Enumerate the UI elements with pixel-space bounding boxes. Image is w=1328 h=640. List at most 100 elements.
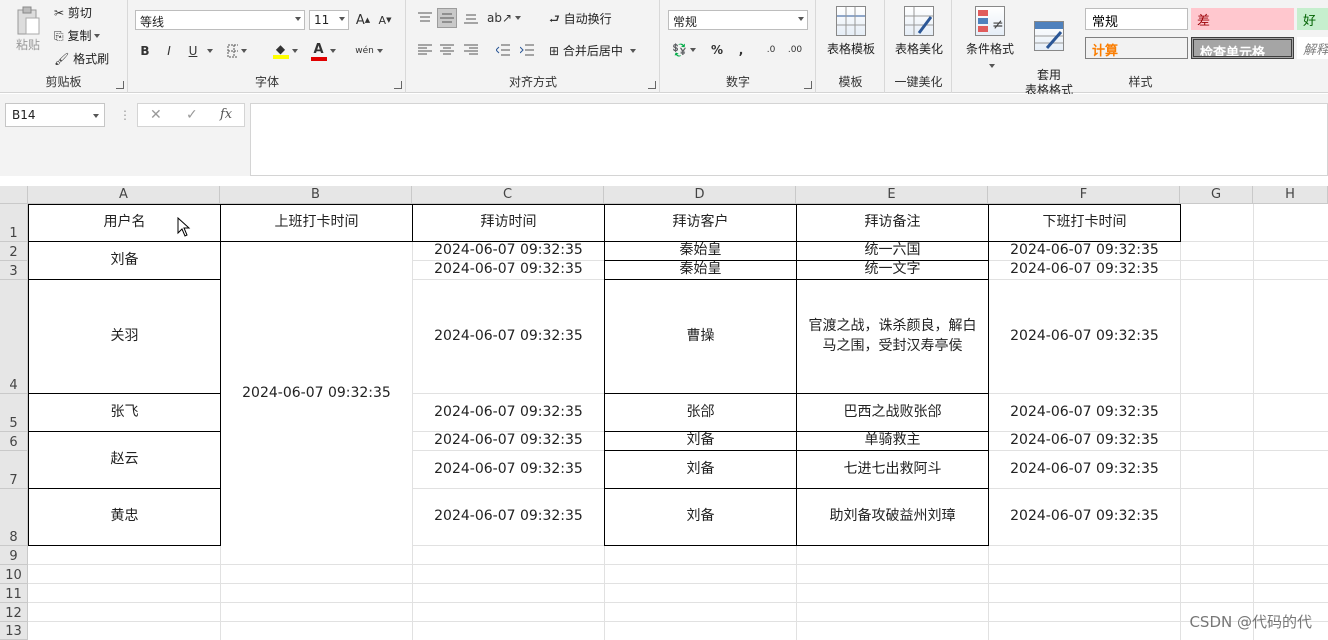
- cell-D2[interactable]: 秦始皇: [604, 241, 797, 261]
- row-header-7[interactable]: 7: [0, 451, 28, 489]
- cell-F3[interactable]: 2024-06-07 09:32:35: [989, 261, 1180, 279]
- formula-input[interactable]: [250, 103, 1328, 176]
- name-box[interactable]: B14: [5, 103, 105, 127]
- cell-E7[interactable]: 七进七出救阿斗: [796, 450, 989, 489]
- underline-button[interactable]: U: [183, 41, 203, 61]
- cell-F4[interactable]: 2024-06-07 09:32:35: [989, 280, 1180, 393]
- font-color-button[interactable]: A: [310, 41, 336, 61]
- fill-color-button[interactable]: ◆: [272, 41, 298, 61]
- style-normal[interactable]: 常规: [1085, 8, 1188, 30]
- cell-E5[interactable]: 巴西之战败张郃: [796, 393, 989, 432]
- column-header-B[interactable]: B: [220, 186, 412, 204]
- style-good[interactable]: 好: [1297, 8, 1328, 30]
- cell-C6[interactable]: 2024-06-07 09:32:35: [413, 432, 604, 450]
- bold-button[interactable]: B: [135, 41, 155, 61]
- row-header-2[interactable]: 2: [0, 242, 28, 261]
- cell-D1[interactable]: 拜访客户: [604, 204, 797, 242]
- cell-D5[interactable]: 张郃: [604, 393, 797, 432]
- row-header-3[interactable]: 3: [0, 261, 28, 280]
- align-right-button[interactable]: [461, 40, 481, 60]
- accounting-format-button[interactable]: 💱: [668, 40, 700, 60]
- cell-A4[interactable]: 关羽: [28, 279, 221, 394]
- underline-dropdown[interactable]: [203, 41, 213, 61]
- cell-C3[interactable]: 2024-06-07 09:32:35: [413, 261, 604, 279]
- cell-E4[interactable]: 官渡之战，诛杀颜良，解白马之围，受封汉寿亭侯: [796, 279, 989, 394]
- style-check-cell[interactable]: 检查单元格: [1191, 37, 1294, 59]
- format-painter-button[interactable]: 🖌 格式刷: [54, 50, 109, 67]
- alignment-launcher[interactable]: [648, 81, 656, 89]
- align-top-button[interactable]: [415, 8, 435, 28]
- column-header-E[interactable]: E: [796, 186, 988, 204]
- column-header-H[interactable]: H: [1253, 186, 1328, 204]
- cancel-icon[interactable]: ✕: [150, 107, 162, 123]
- comma-style-button[interactable]: ,: [731, 40, 751, 60]
- cell-C4[interactable]: 2024-06-07 09:32:35: [413, 280, 604, 393]
- align-bottom-button[interactable]: [461, 8, 481, 28]
- decrease-decimal-button[interactable]: .00: [785, 40, 805, 60]
- orientation-button[interactable]: ab↗: [487, 8, 522, 28]
- cell-A8[interactable]: 黄忠: [28, 488, 221, 546]
- align-left-button[interactable]: [415, 40, 435, 60]
- paste-button[interactable]: 粘贴: [10, 6, 46, 53]
- row-header-11[interactable]: 11: [0, 584, 28, 603]
- cell-F8[interactable]: 2024-06-07 09:32:35: [989, 489, 1180, 545]
- cell-C5[interactable]: 2024-06-07 09:32:35: [413, 394, 604, 431]
- borders-button[interactable]: [227, 41, 247, 61]
- column-header-F[interactable]: F: [988, 186, 1180, 204]
- style-explanatory[interactable]: 解释: [1297, 37, 1328, 59]
- cell-A6[interactable]: 赵云: [28, 431, 221, 489]
- cell-C1[interactable]: 拜访时间: [412, 204, 605, 242]
- row-header-12[interactable]: 12: [0, 603, 28, 622]
- merge-center-button[interactable]: ⊞ 合并后居中: [549, 42, 636, 59]
- column-header-G[interactable]: G: [1180, 186, 1253, 204]
- number-format-select[interactable]: 常规: [668, 10, 808, 30]
- clipboard-launcher[interactable]: [116, 81, 124, 89]
- cell-F6[interactable]: 2024-06-07 09:32:35: [989, 432, 1180, 450]
- align-center-button[interactable]: [437, 40, 457, 60]
- cell-A1[interactable]: 用户名: [28, 204, 221, 242]
- column-header-A[interactable]: A: [28, 186, 220, 204]
- decrease-indent-button[interactable]: [493, 40, 513, 60]
- row-header-10[interactable]: 10: [0, 565, 28, 584]
- row-header-4[interactable]: 4: [0, 280, 28, 394]
- cut-button[interactable]: ✂ 剪切: [54, 4, 92, 21]
- phonetic-button[interactable]: wén: [355, 41, 383, 61]
- select-all-corner[interactable]: [0, 186, 28, 204]
- cell-C2[interactable]: 2024-06-07 09:32:35: [413, 242, 604, 260]
- increase-decimal-button[interactable]: .0: [761, 40, 781, 60]
- cell-D7[interactable]: 刘备: [604, 450, 797, 489]
- cell-E6[interactable]: 单骑救主: [796, 431, 989, 451]
- number-launcher[interactable]: [804, 81, 812, 89]
- cell-B2[interactable]: 2024-06-07 09:32:35: [221, 242, 412, 546]
- copy-button[interactable]: ⎘ 复制: [54, 27, 101, 44]
- row-header-8[interactable]: 8: [0, 489, 28, 546]
- cell-A2[interactable]: 刘备: [28, 241, 221, 280]
- cell-F2[interactable]: 2024-06-07 09:32:35: [989, 242, 1180, 260]
- cell-F1[interactable]: 下班打卡时间: [988, 204, 1181, 242]
- font-name-select[interactable]: 等线: [135, 10, 305, 30]
- column-header-C[interactable]: C: [412, 186, 604, 204]
- worksheet-grid[interactable]: A B C D E F G H 1 2 3 4 5 6 7 8 9 10 11 …: [0, 186, 1328, 640]
- row-header-5[interactable]: 5: [0, 394, 28, 432]
- font-size-select[interactable]: 11: [309, 10, 349, 30]
- cell-D8[interactable]: 刘备: [604, 488, 797, 546]
- row-header-6[interactable]: 6: [0, 432, 28, 451]
- cell-E1[interactable]: 拜访备注: [796, 204, 989, 242]
- style-calculation[interactable]: 计算: [1085, 37, 1188, 59]
- cell-E3[interactable]: 统一文字: [796, 260, 989, 280]
- cell-B1[interactable]: 上班打卡时间: [220, 204, 413, 242]
- italic-button[interactable]: I: [159, 41, 179, 61]
- cell-E2[interactable]: 统一六国: [796, 241, 989, 261]
- wrap-text-button[interactable]: ⮐ 自动换行: [549, 10, 612, 27]
- cell-E8[interactable]: 助刘备攻破益州刘璋: [796, 488, 989, 546]
- cell-D4[interactable]: 曹操: [604, 279, 797, 394]
- cell-F5[interactable]: 2024-06-07 09:32:35: [989, 394, 1180, 431]
- conditional-format-button[interactable]: ≠ 条件格式: [959, 6, 1021, 71]
- insert-function-icon[interactable]: fx: [220, 107, 232, 122]
- cell-C7[interactable]: 2024-06-07 09:32:35: [413, 451, 604, 488]
- grow-font-button[interactable]: A ▲: [353, 10, 373, 30]
- column-header-D[interactable]: D: [604, 186, 796, 204]
- row-header-9[interactable]: 9: [0, 546, 28, 565]
- cell-A5[interactable]: 张飞: [28, 393, 221, 432]
- style-bad[interactable]: 差: [1191, 8, 1294, 30]
